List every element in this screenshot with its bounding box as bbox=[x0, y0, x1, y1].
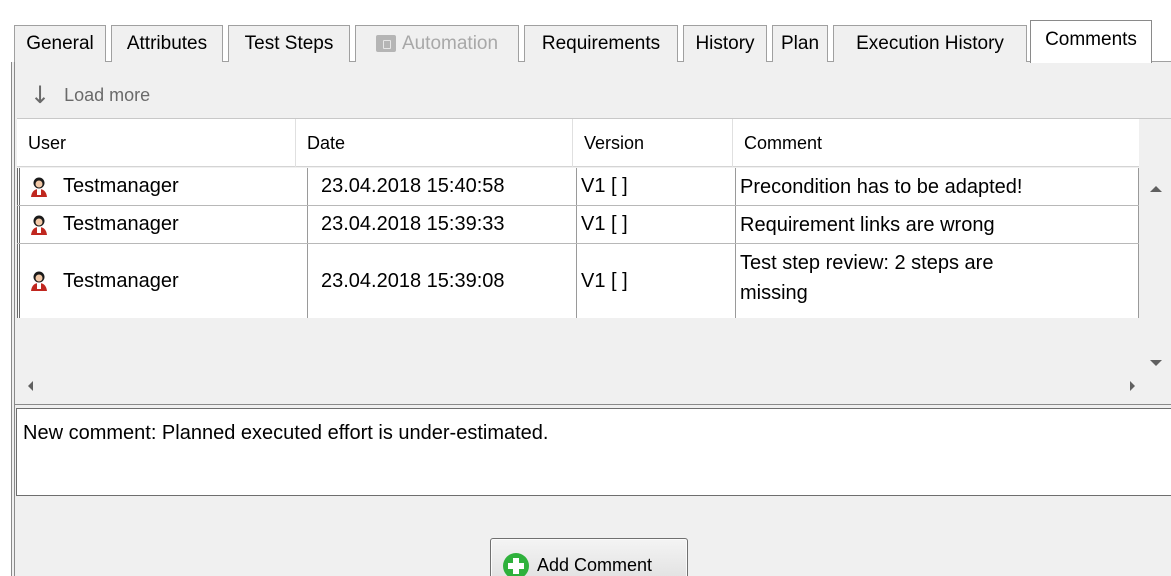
comment-line: Requirement links are wrong bbox=[740, 213, 995, 236]
new-comment-input[interactable]: New comment: Planned executed effort is … bbox=[16, 408, 1171, 496]
comment-cell: Requirement links are wrong bbox=[736, 206, 1139, 243]
automation-icon bbox=[375, 35, 396, 52]
tab-test-steps[interactable]: Test Steps bbox=[228, 25, 350, 62]
comments-grid: User Date Version Comment Testmanager 23… bbox=[17, 118, 1171, 400]
date-cell: 23.04.2018 15:39:33 bbox=[307, 206, 577, 243]
scroll-left-arrow-icon[interactable] bbox=[28, 381, 33, 391]
tab-label: General bbox=[26, 33, 94, 54]
date-cell: 23.04.2018 15:39:08 bbox=[307, 244, 577, 318]
comment-cell: Precondition has to be adapted! bbox=[736, 168, 1139, 205]
user-cell: Testmanager bbox=[17, 168, 307, 205]
tab-requirements[interactable]: Requirements bbox=[524, 25, 678, 62]
user-cell: Testmanager bbox=[17, 244, 307, 318]
tab-label: Test Steps bbox=[244, 33, 334, 54]
version-cell: V1 [ ] bbox=[577, 168, 736, 205]
tab-general[interactable]: General bbox=[14, 25, 106, 62]
tab-label: Comments bbox=[1045, 29, 1137, 50]
user-name: Testmanager bbox=[63, 269, 179, 292]
comment-line: Precondition has to be adapted! bbox=[740, 175, 1023, 198]
tab-attributes[interactable]: Attributes bbox=[111, 25, 223, 62]
user-name: Testmanager bbox=[63, 175, 179, 197]
column-header-date[interactable]: Date bbox=[296, 119, 573, 167]
tab-plan[interactable]: Plan bbox=[772, 25, 828, 62]
load-more-label: Load more bbox=[64, 84, 151, 105]
tab-automation: Automation bbox=[355, 25, 519, 62]
down-arrow-icon: ↓ bbox=[30, 81, 51, 109]
column-header-comment[interactable]: Comment bbox=[733, 119, 1139, 167]
user-icon bbox=[31, 215, 47, 235]
tab-label: Plan bbox=[780, 33, 820, 54]
tab-label: Automation bbox=[401, 33, 499, 54]
tab-strip: General Attributes Test Steps Automation… bbox=[14, 20, 1171, 63]
column-header-user[interactable]: User bbox=[17, 119, 296, 167]
vertical-scrollbar[interactable] bbox=[1142, 168, 1171, 372]
tab-label: Attributes bbox=[126, 33, 208, 54]
tab-label: Requirements bbox=[541, 33, 661, 54]
version-cell: V1 [ ] bbox=[577, 244, 736, 318]
table-row[interactable]: Testmanager 23.04.2018 15:40:58 V1 [ ] P… bbox=[17, 168, 1139, 206]
user-icon bbox=[31, 177, 47, 197]
load-more-button[interactable]: ↓ Load more bbox=[30, 78, 150, 112]
scroll-up-arrow-icon[interactable] bbox=[1150, 186, 1162, 192]
comment-cell: Test step review: 2 steps are missing bbox=[736, 244, 1139, 318]
tab-comments[interactable]: Comments bbox=[1030, 20, 1152, 63]
tab-execution-history[interactable]: Execution History bbox=[833, 25, 1027, 62]
version-cell: V1 [ ] bbox=[577, 206, 736, 243]
table-row[interactable]: Testmanager 23.04.2018 15:39:08 V1 [ ] T… bbox=[17, 244, 1139, 318]
scroll-right-arrow-icon[interactable] bbox=[1130, 381, 1135, 391]
horizontal-scrollbar[interactable] bbox=[17, 372, 1139, 400]
comments-panel: ↓ Load more User Date Version Comment Te… bbox=[11, 62, 1171, 576]
user-cell: Testmanager bbox=[17, 206, 307, 243]
grid-header: User Date Version Comment bbox=[17, 119, 1139, 167]
tab-label: History bbox=[695, 33, 755, 54]
scroll-down-arrow-icon[interactable] bbox=[1150, 360, 1162, 366]
plus-circle-icon bbox=[503, 552, 529, 576]
user-name: Testmanager bbox=[63, 213, 179, 235]
comment-line: Test step review: 2 steps are bbox=[740, 252, 994, 274]
column-header-version[interactable]: Version bbox=[573, 119, 733, 167]
date-cell: 23.04.2018 15:40:58 bbox=[307, 168, 577, 205]
user-icon bbox=[31, 271, 47, 291]
add-comment-label: Add Comment bbox=[537, 555, 653, 575]
add-comment-button[interactable]: Add Comment bbox=[490, 538, 688, 576]
tab-history[interactable]: History bbox=[683, 25, 767, 62]
comment-line: missing bbox=[740, 282, 808, 304]
tab-label: Execution History bbox=[856, 33, 1004, 54]
table-row[interactable]: Testmanager 23.04.2018 15:39:33 V1 [ ] R… bbox=[17, 206, 1139, 244]
